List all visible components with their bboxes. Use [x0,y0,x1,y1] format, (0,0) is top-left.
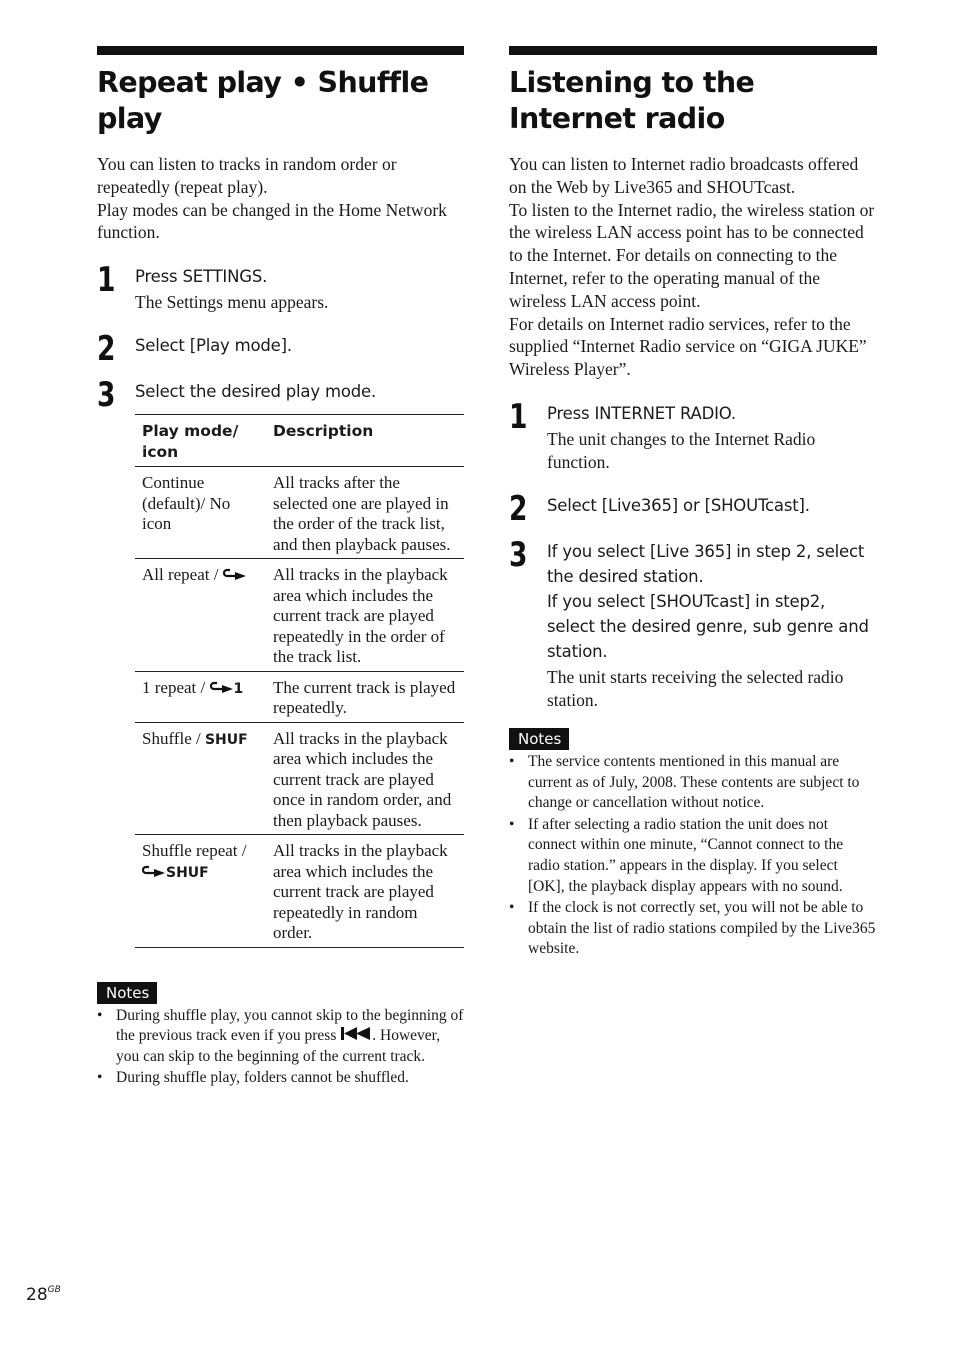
description-cell: All tracks in the playback area which in… [273,841,448,943]
intro-paragraph: Play modes can be changed in the Home Ne… [97,199,447,243]
notes-label: Notes [97,981,158,1004]
previous-track-icon [340,1027,372,1044]
page-number: 28GB [26,1285,61,1305]
mode-label: 1 repeat / [142,677,210,697]
repeat-icon [222,567,247,588]
right-column: Listening to the Internet radio You can … [509,46,877,961]
step-action: Select [Play mode]. [135,336,292,356]
description-cell: All tracks in the playback area which in… [273,565,448,667]
left-column: Repeat play • Shuffle play You can liste… [97,46,464,1090]
step-number: 3 [97,375,116,416]
mode-label: Shuffle / [142,728,205,748]
section-intro: You can listen to tracks in random order… [97,153,464,244]
shuffle-label: SHUF [166,864,209,881]
table-row: Shuffle repeat / SHUF All tracks in the … [135,835,464,948]
column-header-mode: Play mode/ icon [142,422,239,462]
note-text: The service contents mentioned in this m… [528,752,860,812]
table-header-row: Play mode/ icon Description [135,414,464,467]
description-cell: All tracks in the playback area which in… [273,728,452,830]
mode-cell: 1 repeat / 1 [135,671,266,722]
note-item: • During shuffle play, folders cannot be… [97,1068,464,1089]
description-cell: All tracks after the selected one are pl… [273,473,451,554]
step-3: 3 Select the desired play mode. [97,376,464,414]
step-2: 2 Select [Live365] or [SHOUTcast]. [509,490,877,528]
mode-label: All repeat / [142,565,223,585]
step-action: Press INTERNET RADIO. [547,403,736,423]
step-number: 1 [97,260,116,301]
shuffle-repeat-icon [141,864,166,885]
notes-section: Notes • The service contents mentioned in… [509,727,877,960]
note-item: • If after selecting a radio station the … [509,815,877,897]
mode-cell: Shuffle / SHUF [135,722,266,835]
page-region-suffix: GB [47,1285,61,1295]
step-result: The unit changes to the Internet Radio f… [547,428,816,472]
step-2: 2 Select [Play mode]. [97,330,464,368]
note-text: If the clock is not correctly set, you w… [528,899,876,958]
page-number-value: 28 [26,1285,48,1305]
step-1: 1 Press SETTINGS. The Settings menu appe… [97,260,464,314]
step-1: 1 Press INTERNET RADIO. The unit changes… [509,396,877,474]
notes-list: • During shuffle play, you cannot skip t… [97,1006,464,1089]
intro-paragraph: You can listen to tracks in random order… [97,154,397,197]
notes-list: • The service contents mentioned in this … [509,752,877,960]
step-3: 3 If you select [Live 365] in step 2, se… [509,534,877,712]
section-rule [97,46,464,55]
note-item: • The service contents mentioned in this … [509,752,877,814]
repeat-one-icon [209,680,234,701]
step-result: The Settings menu appears. [135,292,329,313]
bullet-icon: • [509,899,515,917]
column-header-description: Description [273,422,374,441]
section-title: Listening to the Internet radio [509,66,755,135]
section-title: Repeat play • Shuffle play [97,66,429,135]
step-number: 2 [509,488,528,529]
table-row: Continue (default)/ No icon All tracks a… [135,467,464,559]
shuffle-icon: SHUF [204,731,248,748]
note-text: If after selecting a radio station the u… [528,815,844,895]
step-action: If you select [Live 365] in step 2, sele… [547,541,865,586]
step-action-alternate: If you select [SHOUTcast] in step2, sele… [547,591,869,661]
bullet-icon: • [509,815,515,833]
step-number: 1 [509,396,528,437]
repeat-one-label: 1 [233,680,244,697]
intro-paragraph: For details on Internet radio services, … [509,313,867,380]
step-action: Select the desired play mode. [135,382,376,402]
bullet-icon: • [97,1006,103,1024]
note-item: • During shuffle play, you cannot skip t… [97,1006,464,1068]
mode-label: Shuffle repeat / [142,841,247,861]
notes-section: Notes • During shuffle play, you cannot … [97,981,464,1089]
step-result: The unit starts receiving the selected r… [547,666,844,710]
bullet-icon: • [97,1069,103,1087]
step-number: 2 [97,329,116,370]
table-row: All repeat / All tracks in the playback … [135,559,464,672]
play-mode-table: Play mode/ icon Description Continue (de… [135,414,464,948]
mode-label: Continue (default)/ No icon [142,473,231,534]
description-cell: The current track is played repeatedly. [273,677,456,718]
step-action: Press SETTINGS. [135,267,268,287]
step-number: 3 [509,534,528,575]
bullet-icon: • [509,752,515,770]
note-text: During shuffle play, folders cannot be s… [116,1069,409,1087]
note-item: • If the clock is not correctly set, you … [509,898,877,960]
table-row: 1 repeat / 1 The current track is played… [135,671,464,723]
section-intro: You can listen to Internet radio broadca… [509,153,877,381]
mode-cell: All repeat / [135,559,266,672]
step-action: Select [Live365] or [SHOUTcast]. [547,495,810,515]
table-row: Shuffle / SHUF All tracks in the playbac… [135,722,464,835]
section-rule [509,46,877,55]
intro-paragraph: To listen to the Internet radio, the wir… [509,199,875,311]
mode-cell: Shuffle repeat / SHUF [135,835,266,948]
intro-paragraph: You can listen to Internet radio broadca… [509,154,859,197]
notes-label: Notes [509,727,570,750]
mode-cell: Continue (default)/ No icon [135,467,266,559]
